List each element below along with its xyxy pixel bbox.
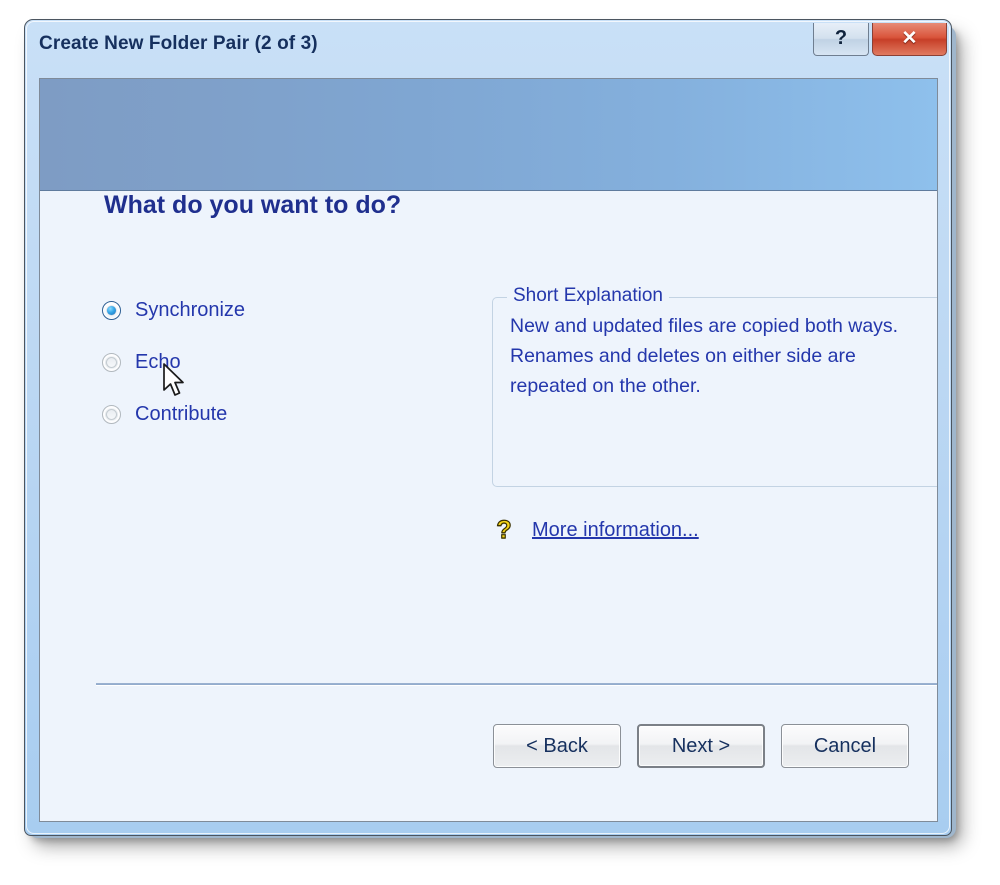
window-controls: ? ✕ bbox=[813, 23, 947, 56]
groupbox-legend: Short Explanation bbox=[507, 285, 669, 307]
dialog-client-area: What do you want to do? Synchronize Echo… bbox=[39, 78, 938, 822]
wizard-banner bbox=[40, 79, 937, 191]
screen: Create New Folder Pair (2 of 3) ? ✕ What… bbox=[0, 0, 1000, 885]
title-bar[interactable]: Create New Folder Pair (2 of 3) ? ✕ bbox=[25, 20, 951, 72]
wizard-dialog-window: Create New Folder Pair (2 of 3) ? ✕ What… bbox=[24, 19, 952, 836]
radio-indicator-unselected[interactable] bbox=[102, 352, 121, 372]
wizard-footer-buttons: < Back Next > Cancel bbox=[493, 724, 909, 768]
radio-label-synchronize: Synchronize bbox=[135, 298, 246, 321]
short-explanation-groupbox: Short Explanation New and updated files … bbox=[492, 285, 937, 487]
radio-indicator-unselected[interactable] bbox=[102, 404, 121, 424]
more-information-row[interactable]: ? More information... bbox=[492, 516, 699, 544]
radio-label-echo: Echo bbox=[135, 350, 181, 373]
question-mark-icon: ? bbox=[834, 27, 848, 49]
radio-option-echo[interactable]: Echo bbox=[102, 346, 432, 378]
radio-option-contribute[interactable]: Contribute bbox=[102, 398, 432, 430]
radio-label-contribute: Contribute bbox=[135, 402, 228, 425]
page-title: What do you want to do? bbox=[104, 191, 402, 219]
close-icon: ✕ bbox=[901, 27, 918, 49]
back-button[interactable]: < Back bbox=[493, 724, 621, 768]
window-title: Create New Folder Pair (2 of 3) bbox=[39, 33, 318, 54]
cancel-button[interactable]: Cancel bbox=[781, 724, 909, 768]
close-button[interactable]: ✕ bbox=[872, 23, 947, 56]
help-question-icon: ? bbox=[492, 516, 516, 544]
radio-indicator-selected[interactable] bbox=[102, 300, 121, 320]
help-button[interactable]: ? bbox=[813, 23, 869, 56]
explanation-text: New and updated files are copied both wa… bbox=[510, 315, 899, 397]
help-question-glyph: ? bbox=[496, 515, 513, 544]
radio-option-synchronize[interactable]: Synchronize bbox=[102, 294, 432, 326]
more-information-link[interactable]: More information... bbox=[532, 519, 699, 542]
next-button[interactable]: Next > bbox=[637, 724, 765, 768]
footer-separator bbox=[96, 683, 937, 686]
action-radio-group: Synchronize Echo Contribute bbox=[102, 294, 432, 450]
